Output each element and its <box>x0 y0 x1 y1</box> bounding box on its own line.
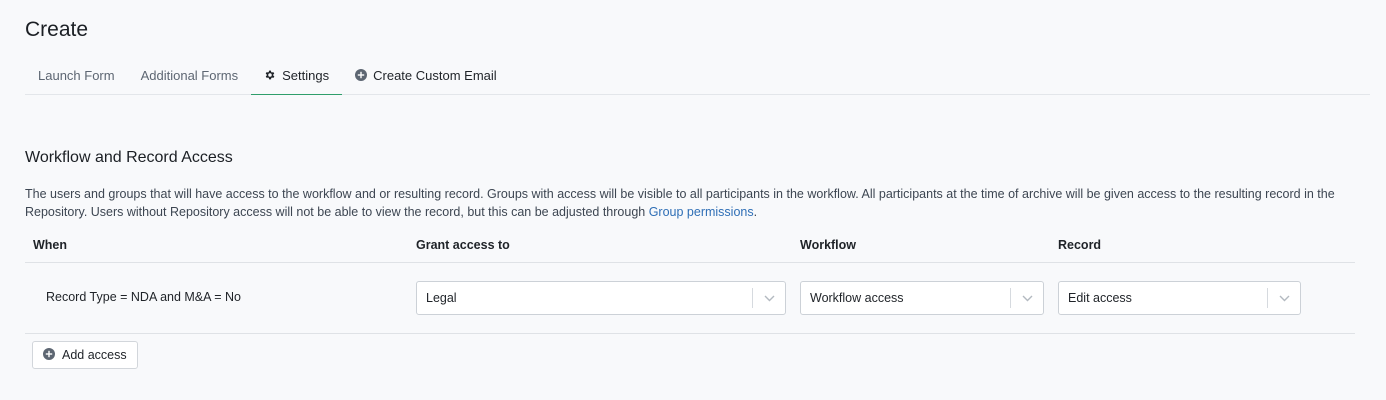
description-end: . <box>753 205 758 219</box>
select-value: Workflow access <box>810 291 904 305</box>
section-description: The users and groups that will have acce… <box>25 185 1355 221</box>
tab-label: Launch Form <box>38 67 115 83</box>
tab-bar: Launch Form Additional Forms Settings Cr… <box>25 56 1370 95</box>
tab-create-custom-email[interactable]: Create Custom Email <box>342 56 510 94</box>
add-access-label: Add access <box>62 348 127 362</box>
chevron-down-icon <box>1268 295 1300 302</box>
table-row: Record Type = NDA and M&A = No Legal Wor… <box>25 263 1355 334</box>
chevron-down-icon <box>753 295 785 302</box>
plus-circle-icon <box>355 69 368 81</box>
record-access-select[interactable]: Edit access <box>1058 281 1301 315</box>
group-permissions-link[interactable]: Group permissions <box>649 205 754 219</box>
tab-label: Create Custom Email <box>373 67 497 83</box>
tab-label: Settings <box>282 67 330 83</box>
tab-launch-form[interactable]: Launch Form <box>25 56 128 94</box>
column-header-when: When <box>33 238 68 252</box>
tab-label: Additional Forms <box>140 67 239 83</box>
tab-additional-forms[interactable]: Additional Forms <box>128 56 252 94</box>
table-header: When Grant access to Workflow Record <box>25 230 1355 263</box>
column-header-record: Record <box>1058 238 1102 252</box>
column-header-workflow: Workflow <box>800 238 857 252</box>
plus-circle-icon <box>43 347 55 363</box>
select-value: Legal <box>426 291 457 305</box>
gear-icon <box>264 69 276 81</box>
tab-settings[interactable]: Settings <box>251 56 343 95</box>
condition-text: Record Type = NDA and M&A = No <box>46 290 242 304</box>
select-value: Edit access <box>1068 291 1132 305</box>
chevron-down-icon <box>1011 295 1043 302</box>
page-title: Create <box>25 18 89 41</box>
section-title: Workflow and Record Access <box>25 149 233 166</box>
add-access-button[interactable]: Add access <box>32 341 138 369</box>
workflow-access-select[interactable]: Workflow access <box>800 281 1044 315</box>
grant-access-select[interactable]: Legal <box>416 281 786 315</box>
column-header-grant: Grant access to <box>416 238 510 252</box>
